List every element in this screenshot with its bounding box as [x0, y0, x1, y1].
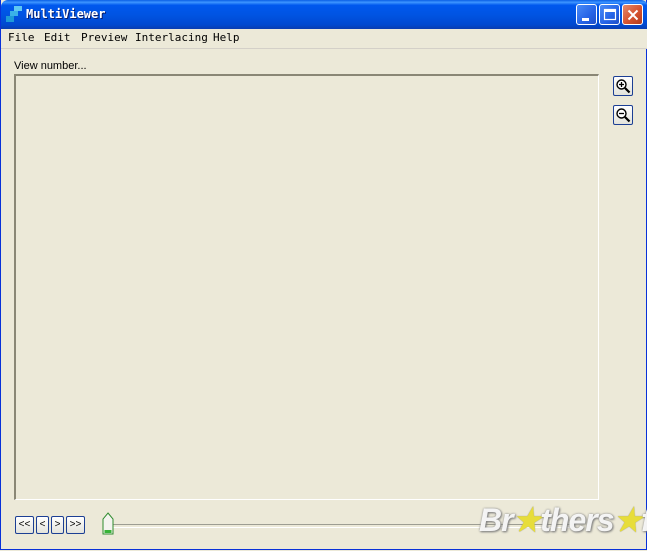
window-title: MultiViewer	[26, 7, 106, 21]
zoom-out-button[interactable]	[613, 105, 633, 125]
view-panel[interactable]	[14, 74, 599, 500]
menu-help[interactable]: Help	[213, 31, 240, 44]
slider-thumb[interactable]	[102, 512, 114, 536]
minimize-button[interactable]	[576, 4, 597, 25]
menu-bar: File Edit Preview Interlacing Help	[1, 29, 647, 49]
minimize-icon	[582, 18, 589, 21]
zoom-in-icon	[616, 79, 631, 94]
first-button[interactable]: <<	[15, 516, 34, 534]
menu-preview[interactable]: Preview	[81, 31, 127, 44]
menu-interlacing[interactable]: Interlacing	[135, 31, 208, 44]
watermark-logo: Br★thers★ft	[479, 502, 647, 538]
maximize-button[interactable]	[599, 4, 620, 25]
view-number-label: View number...	[14, 60, 87, 72]
app-icon	[6, 6, 22, 22]
menu-edit[interactable]: Edit	[44, 31, 71, 44]
maximize-icon	[603, 8, 617, 21]
main-window: MultiViewer File Edit Preview Interlacin…	[0, 0, 647, 550]
close-button[interactable]	[622, 4, 643, 25]
zoom-in-button[interactable]	[613, 76, 633, 96]
next-button[interactable]: >	[51, 516, 64, 534]
last-button[interactable]: >>	[66, 516, 85, 534]
star-icon: ★	[512, 502, 542, 538]
star-icon: ★	[613, 502, 643, 538]
title-bar[interactable]: MultiViewer	[1, 0, 647, 29]
close-icon	[627, 9, 639, 21]
previous-button[interactable]: <	[36, 516, 49, 534]
zoom-out-icon	[616, 108, 631, 123]
menu-file[interactable]: File	[8, 31, 35, 44]
